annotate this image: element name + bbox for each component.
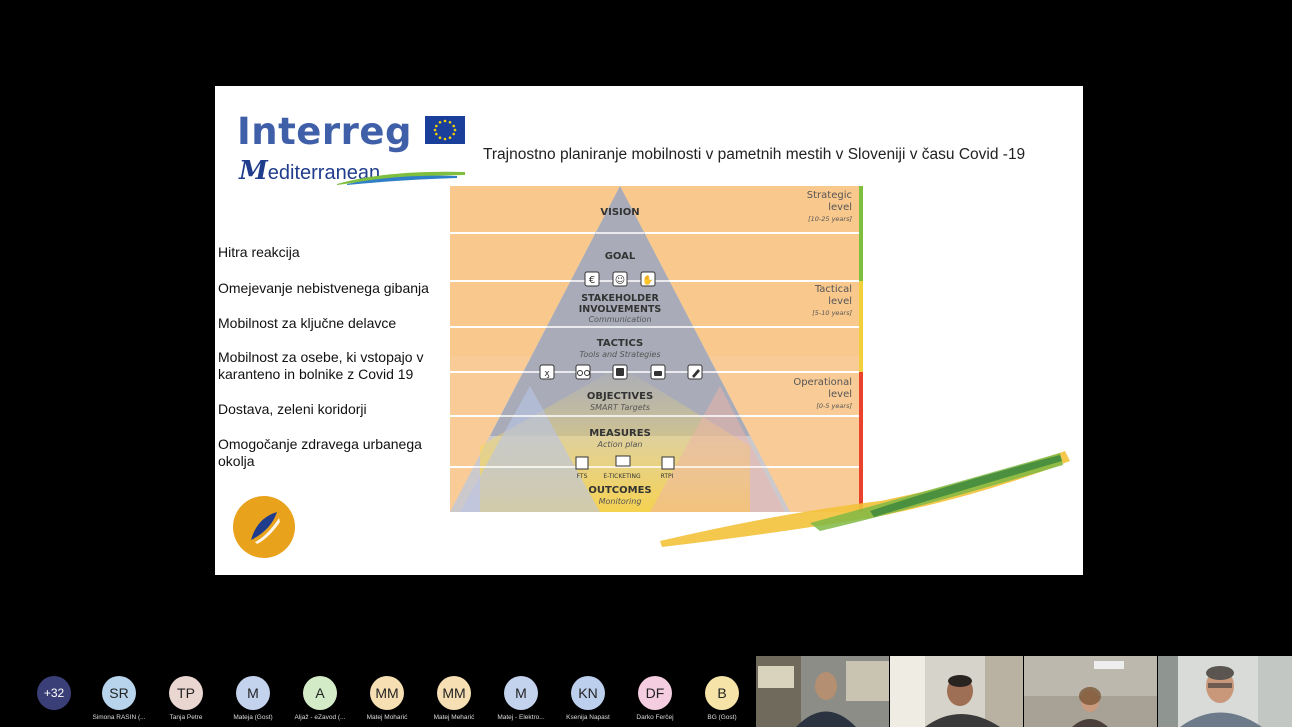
svg-text:€: € xyxy=(589,275,595,286)
bullet-item: Omogočanje zdravega urbanega okolja xyxy=(218,436,422,469)
icon-label-eticketing: E-TICKETING xyxy=(603,473,641,480)
tactical-level-word: level xyxy=(828,296,852,307)
bullet-item: Dostava, zeleni koridorji xyxy=(218,401,367,417)
video-tile[interactable] xyxy=(1024,656,1157,727)
decorative-swoosh xyxy=(660,451,1070,547)
strategic-years: [10-25 years] xyxy=(808,215,852,223)
fts-icon xyxy=(575,456,589,470)
participant-name: Aljaž - eZavod (... xyxy=(294,714,346,721)
more-participants-count[interactable]: +32 xyxy=(37,676,71,710)
avatar: SR xyxy=(102,676,136,710)
video-tile[interactable] xyxy=(1158,656,1292,727)
video-tile[interactable] xyxy=(756,656,889,727)
eu-flag-icon xyxy=(425,116,465,144)
participant[interactable]: KN Ksenija Napast xyxy=(555,676,621,726)
avatar: B xyxy=(705,676,739,710)
level-measures: MEASURES xyxy=(589,428,651,439)
bullet-item: Hitra reakcija xyxy=(218,244,300,260)
avatar: M xyxy=(504,676,538,710)
operational-level-word: level xyxy=(828,389,852,400)
level-measures-sub: Action plan xyxy=(596,440,642,449)
edit-icon xyxy=(687,364,703,380)
avatar: MM xyxy=(437,676,471,710)
avatar: MM xyxy=(370,676,404,710)
video-feed xyxy=(756,656,889,727)
stakeholder-icons: € ☺ ✋ xyxy=(584,271,656,287)
more-participants[interactable]: +32 xyxy=(21,676,87,726)
video-feed xyxy=(1158,656,1292,727)
participant-name: Darko Ferčej xyxy=(636,714,674,721)
mediterranean-circle-logo xyxy=(233,496,295,558)
tactical-level-bar xyxy=(859,281,863,372)
icon-label-fts: FTS xyxy=(577,473,588,480)
participant[interactable]: DF Darko Ferčej xyxy=(622,676,688,726)
participant[interactable]: MM Matej Moharić xyxy=(354,676,420,726)
participant-name: BG (Gost) xyxy=(707,714,737,721)
svg-text:✋: ✋ xyxy=(642,274,653,286)
avatar: A xyxy=(303,676,337,710)
participant-name: Tanja Petre xyxy=(169,714,203,721)
level-objectives: OBJECTIVES xyxy=(587,391,653,402)
strategic-level-word: level xyxy=(828,202,852,213)
level-involvements: INVOLVEMENTS xyxy=(579,304,662,315)
participant[interactable]: A Aljaž - eZavod (... xyxy=(287,676,353,726)
operational-years: [0-5 years] xyxy=(816,402,852,410)
level-stakeholder: STAKEHOLDER xyxy=(581,293,659,304)
participant-name: Matej Moharić xyxy=(366,714,408,721)
logo-swoosh-icon xyxy=(337,171,465,185)
participant[interactable]: SR Simona RASIN (... xyxy=(86,676,152,726)
bullet-item: Mobilnost za osebe, ki vstopajo v karant… xyxy=(218,349,424,382)
avatar: DF xyxy=(638,676,672,710)
participant-name: Simona RASIN (... xyxy=(92,714,146,721)
avatar: KN xyxy=(571,676,605,710)
participant[interactable]: MM Matej Meharić xyxy=(421,676,487,726)
participant[interactable]: TP Tanja Petre xyxy=(153,676,219,726)
avatar: M xyxy=(236,676,270,710)
bullet-item: Omejevanje nebistvenega gibanja xyxy=(218,280,429,296)
slide-title: Trajnostno planiranje mobilnosti v pamet… xyxy=(483,146,1026,163)
tactical-label: Tactical xyxy=(814,284,852,295)
svg-text:☺: ☺ xyxy=(615,275,625,286)
level-tactics: TACTICS xyxy=(597,338,643,349)
tactical-years: [5-10 years] xyxy=(812,309,852,317)
participant[interactable]: B BG (Gost) xyxy=(689,676,755,726)
interreg-logo: Interreg Mediterranean xyxy=(237,108,467,188)
svg-text:ӽ: ӽ xyxy=(544,369,549,379)
shared-slide: Interreg Mediterranean Trajnostno planir… xyxy=(215,86,1083,575)
logo-interreg-text: Interreg xyxy=(237,110,412,153)
participant[interactable]: M Mateja (Gost) xyxy=(220,676,286,726)
participant-name: Ksenija Napast xyxy=(566,714,610,721)
level-objectives-sub: SMART Targets xyxy=(590,403,650,412)
eticketing-icon xyxy=(615,455,631,467)
operational-label: Operational xyxy=(793,377,852,388)
video-tile[interactable] xyxy=(890,656,1023,727)
avatar: TP xyxy=(169,676,203,710)
bullet-item: Mobilnost za ključne delavce xyxy=(218,315,397,331)
video-feed xyxy=(1024,656,1157,727)
level-tactics-sub: Tools and Strategies xyxy=(579,350,660,359)
participant[interactable]: M Matej - Elektro... xyxy=(488,676,554,726)
participant-name: Matej Meharić xyxy=(433,714,475,721)
participant-name: Mateja (Gost) xyxy=(233,714,273,721)
strategic-level-bar xyxy=(859,186,863,281)
video-feed xyxy=(890,656,1023,727)
strategic-label: Strategic xyxy=(807,190,852,201)
participant-name: Matej - Elektro... xyxy=(497,714,545,721)
level-vision: VISION xyxy=(600,207,639,218)
level-outcomes: OUTCOMES xyxy=(588,485,651,496)
level-goal: GOAL xyxy=(605,251,636,262)
level-stakeholder-sub: Communication xyxy=(588,315,651,324)
level-outcomes-sub: Monitoring xyxy=(599,497,642,506)
